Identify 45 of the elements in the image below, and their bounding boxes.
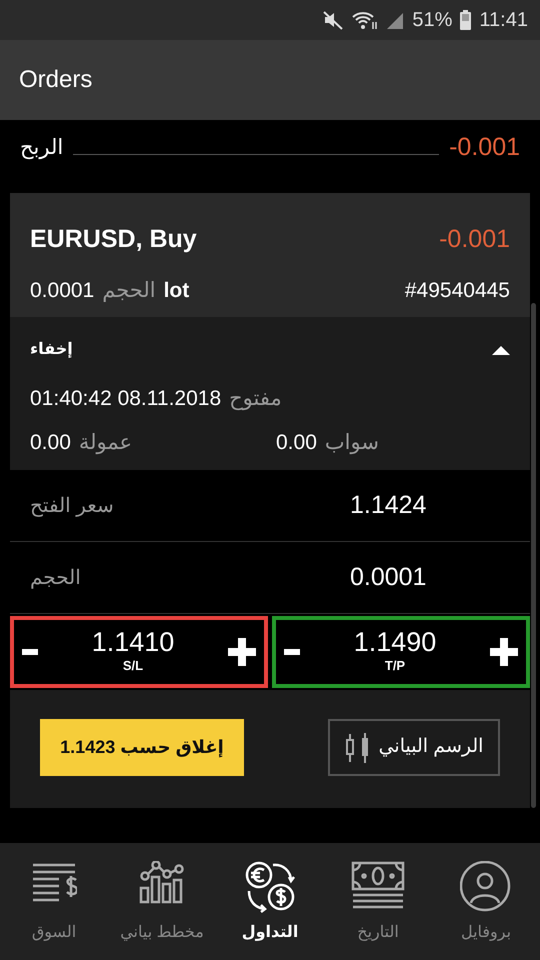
nav-tab[interactable]: السوق xyxy=(0,843,108,960)
field-value: 0.0001 xyxy=(350,562,428,593)
chart-button[interactable]: الرسم البياني xyxy=(328,719,500,776)
order-symbol: EURUSD, Buy xyxy=(30,224,197,255)
opened-label: مفتوح xyxy=(229,386,282,412)
order-profit: -0.001 xyxy=(439,224,510,255)
nav-tab[interactable]: التاريخ xyxy=(324,843,432,960)
commission-value: 0.00 xyxy=(30,430,71,456)
battery-icon xyxy=(460,10,472,30)
volume-label: الحجم xyxy=(102,278,156,304)
swap-value: 0.00 xyxy=(276,430,317,456)
nav-tab[interactable]: بروفايل xyxy=(432,843,540,960)
volume-unit: lot xyxy=(164,278,190,304)
field-label: سعر الفتح xyxy=(30,494,114,519)
stepper-field[interactable]: 1.1410 S/L xyxy=(10,616,268,688)
scrollbar[interactable] xyxy=(531,303,536,808)
volume-value: 0.0001 xyxy=(30,278,94,304)
stepper-value: 1.1490 xyxy=(354,628,436,656)
swap-label: سواب xyxy=(324,430,379,456)
stepper-label: S/L xyxy=(122,656,144,675)
stepper-field[interactable]: 1.1490 T/P xyxy=(272,616,530,688)
hide-details-toggle[interactable]: إخفاء xyxy=(30,338,73,362)
plus-icon[interactable] xyxy=(490,638,518,666)
stepper-label: T/P xyxy=(384,656,406,675)
profile-icon xyxy=(460,861,512,913)
order-ticket: #49540445 xyxy=(404,278,510,304)
nav-tab[interactable]: التداول xyxy=(216,843,324,960)
stepper-value: 1.1410 xyxy=(92,628,174,656)
wifi-icon xyxy=(352,10,378,30)
profit-label: الربح xyxy=(20,134,64,162)
field-label: الحجم xyxy=(30,566,81,591)
clock: 11:41 xyxy=(479,8,528,33)
currency-exchange-icon xyxy=(245,861,295,913)
profit-value: -0.001 xyxy=(449,132,520,163)
app-title: Orders xyxy=(19,65,92,95)
nav-tab[interactable]: مخطط بياني xyxy=(108,843,216,960)
close-position-button[interactable]: إغلاق حسب 1.1423 xyxy=(40,719,244,776)
commission-label: عمولة xyxy=(78,430,132,456)
battery-percentage: 51% xyxy=(412,8,452,33)
candlestick-icon xyxy=(344,732,371,764)
mute-icon xyxy=(322,10,344,30)
caret-up-icon[interactable] xyxy=(492,345,510,355)
opened-time: 01:40:42 08.11.2018 xyxy=(30,386,222,412)
field-value: 1.1424 xyxy=(350,490,428,521)
plus-icon[interactable] xyxy=(228,638,256,666)
